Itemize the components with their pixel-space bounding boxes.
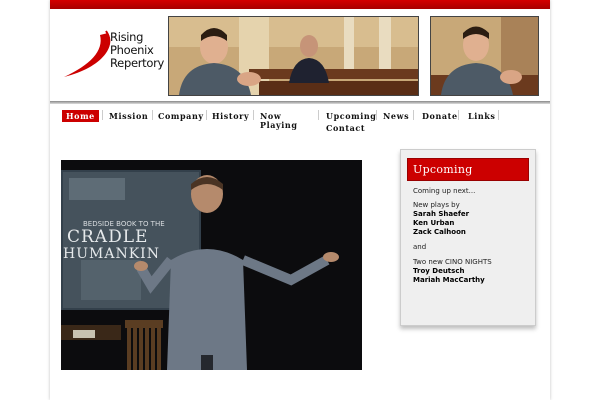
- playwright-name: Zack Calhoon: [413, 228, 466, 236]
- header-divider: [50, 101, 550, 104]
- featured-video-still[interactable]: BEDSIDE BOOK TO THE CRADLE HUMANKIN: [61, 160, 362, 370]
- sidebar-header: Upcoming: [407, 158, 529, 181]
- cino-name: Mariah MacCarthy: [413, 276, 485, 284]
- top-red-bar: [50, 0, 550, 9]
- nav-mission[interactable]: Mission: [109, 111, 148, 121]
- page: Rising Phoenix Repertory Home Mission Co…: [50, 0, 550, 400]
- nav-separator: [376, 110, 377, 120]
- header-photo-actors: [168, 16, 419, 96]
- sidebar-cino-label: Two new CINO NIGHTS: [413, 258, 492, 266]
- header-photo-actor: [430, 16, 539, 96]
- sidebar-intro: Coming up next...: [413, 187, 476, 195]
- header: Rising Phoenix Repertory: [50, 9, 550, 102]
- poster-word-1: CRADLE: [67, 227, 148, 247]
- nav-donate[interactable]: Donate: [422, 111, 458, 121]
- nav-separator: [253, 110, 254, 120]
- nav-separator: [413, 110, 414, 120]
- nav-upcoming[interactable]: Upcoming: [326, 111, 377, 121]
- nav-home[interactable]: Home: [62, 110, 99, 122]
- logo-line-1: Rising: [110, 30, 144, 44]
- sidebar-title: Upcoming: [413, 163, 473, 176]
- sidebar-and: and: [413, 243, 427, 251]
- upcoming-sidebar: Upcoming Coming up next... New plays by …: [400, 149, 536, 326]
- nav-separator: [152, 110, 153, 120]
- nav-separator: [318, 110, 319, 120]
- nav-links[interactable]: Links: [468, 111, 496, 121]
- nav-separator: [102, 110, 103, 120]
- nav-news[interactable]: News: [383, 111, 409, 121]
- poster-word-2: HUMANKIN: [63, 246, 160, 262]
- sidebar-plays-label: New plays by: [413, 201, 460, 209]
- nav-separator: [498, 110, 499, 120]
- nav-now-playing-line2[interactable]: Playing: [260, 120, 298, 130]
- playwright-name: Sarah Shaefer: [413, 210, 470, 218]
- nav-contact[interactable]: Contact: [326, 123, 365, 133]
- nav-separator: [458, 110, 459, 120]
- nav-separator: [206, 110, 207, 120]
- playwright-name: Ken Urban: [413, 219, 455, 227]
- logo-line-3: Repertory: [110, 56, 165, 70]
- phoenix-swoosh-icon: [64, 30, 111, 77]
- site-logo[interactable]: Rising Phoenix Repertory: [60, 27, 170, 87]
- main-nav: Home Mission Company History Now Playing…: [62, 109, 542, 134]
- nav-company[interactable]: Company: [158, 111, 204, 121]
- nav-history[interactable]: History: [212, 111, 249, 121]
- logo-line-2: Phoenix: [110, 43, 154, 57]
- cino-name: Troy Deutsch: [413, 267, 465, 275]
